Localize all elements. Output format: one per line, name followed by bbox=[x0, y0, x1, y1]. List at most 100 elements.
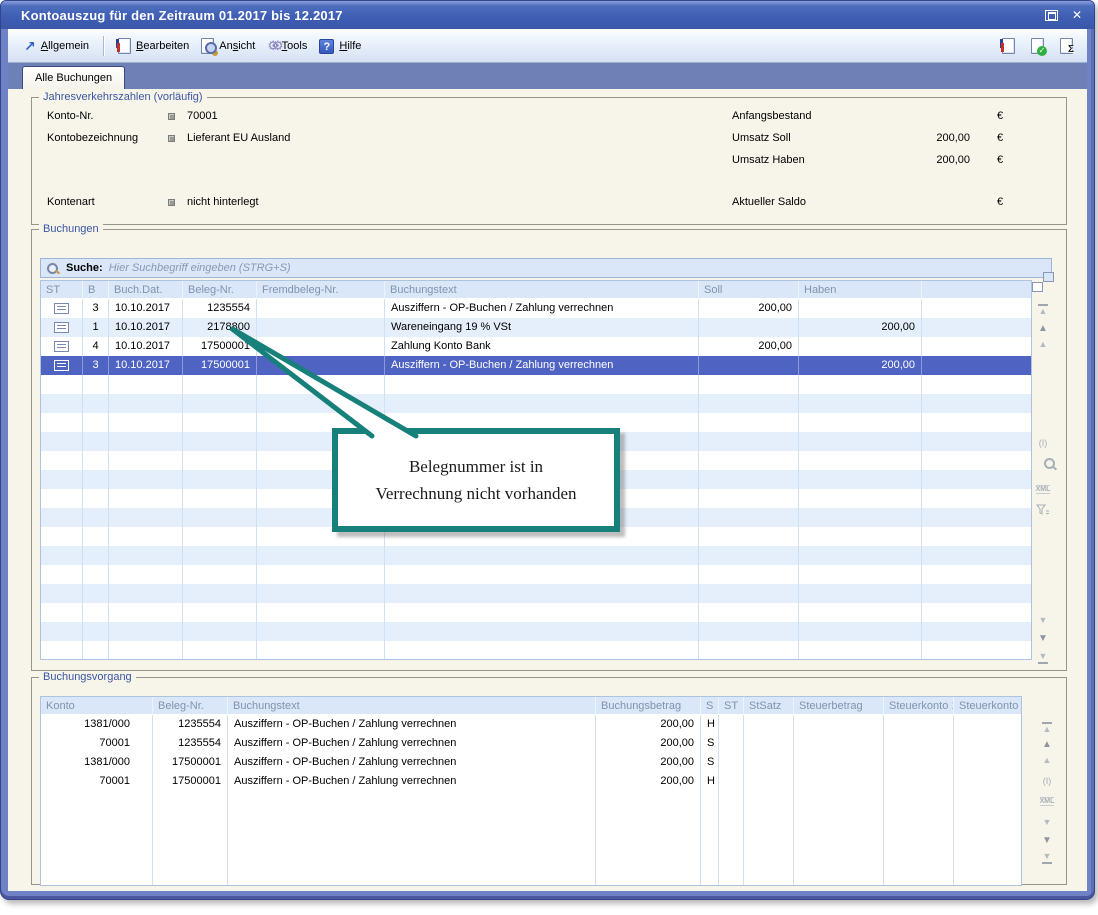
scroll-down-icon[interactable]: ▼ bbox=[1036, 818, 1058, 827]
arrow-up-right-icon: ↗ bbox=[24, 39, 36, 53]
column-header[interactable]: Steuerbetrag bbox=[794, 697, 884, 714]
column-header[interactable]: Fremdbeleg-Nr. bbox=[257, 281, 385, 298]
table-row-empty bbox=[41, 641, 1031, 660]
menu-bearbeiten[interactable]: Bearbeiten bbox=[112, 35, 195, 57]
xml-export-icon[interactable]: XML bbox=[1040, 797, 1055, 806]
table-row-empty bbox=[41, 622, 1031, 641]
menu-bearbeiten-label: Bearbeiten bbox=[136, 40, 189, 52]
table-header: Konto Beleg-Nr. Buchungstext Buchungsbet… bbox=[41, 697, 1021, 715]
column-header bbox=[922, 281, 1031, 298]
scroll-page-down-icon[interactable]: ▼ bbox=[1032, 634, 1054, 644]
record-type-icon bbox=[54, 322, 69, 333]
restore-icon[interactable] bbox=[1045, 10, 1058, 21]
table-row-empty bbox=[41, 565, 1031, 584]
check-document-icon[interactable]: ✓ bbox=[1031, 38, 1044, 54]
currency-symbol: € bbox=[997, 196, 1003, 208]
field-label: Kontenart bbox=[47, 196, 95, 208]
menu-allgemein-label: Allgemein bbox=[41, 40, 89, 52]
group-title: Buchungen bbox=[39, 223, 103, 235]
table-row-empty bbox=[41, 603, 1031, 622]
group-brackets-icon[interactable]: (I) bbox=[1032, 438, 1054, 448]
column-header[interactable]: Steuerkonto 1 bbox=[884, 697, 954, 714]
table-row[interactable]: 70001 1235554 Ausziffern - OP-Buchen / Z… bbox=[41, 734, 1021, 753]
scroll-first-icon[interactable]: ▲ bbox=[1032, 304, 1054, 316]
column-header[interactable]: StSatz bbox=[744, 697, 794, 714]
scroll-last-icon[interactable]: ▼ bbox=[1032, 652, 1054, 664]
column-header[interactable]: Buchungsbetrag bbox=[596, 697, 701, 714]
scroll-page-up-icon[interactable]: ▲ bbox=[1032, 324, 1054, 334]
record-type-icon bbox=[54, 360, 69, 371]
currency-symbol: € bbox=[997, 132, 1003, 144]
group-jahresverkehrszahlen: Jahresverkehrszahlen (vorläufig) Konto-N… bbox=[31, 97, 1067, 225]
column-header[interactable]: Soll bbox=[699, 281, 799, 298]
design-document-icon[interactable] bbox=[1002, 38, 1015, 54]
column-header[interactable]: S bbox=[701, 697, 719, 714]
table-row-empty bbox=[41, 375, 1031, 394]
field-value: nicht hinterlegt bbox=[187, 196, 259, 208]
column-header[interactable]: B bbox=[83, 281, 109, 298]
scroll-page-up-icon[interactable]: ▲ bbox=[1036, 740, 1058, 750]
tab-strip: Alle Buchungen bbox=[8, 63, 1087, 89]
currency-symbol: € bbox=[997, 154, 1003, 166]
field-label: Aktueller Saldo bbox=[732, 196, 806, 208]
search-bar: Suche: bbox=[40, 258, 1052, 278]
table-row-empty bbox=[41, 584, 1031, 603]
table-row[interactable]: 4 10.10.2017 17500001 Zahlung Konto Bank… bbox=[41, 337, 1031, 356]
column-header[interactable]: Haben bbox=[799, 281, 922, 298]
table-row[interactable]: 3 10.10.2017 1235554 Ausziffern - OP-Buc… bbox=[41, 299, 1031, 318]
scroll-last-icon[interactable]: ▼ bbox=[1036, 852, 1058, 864]
table-row-empty bbox=[41, 810, 1021, 829]
menu-tools-label: Tools bbox=[282, 40, 308, 52]
table-row[interactable]: 70001 17500001 Ausziffern - OP-Buchen / … bbox=[41, 772, 1021, 791]
column-header[interactable]: Buchungstext bbox=[228, 697, 596, 714]
gears-icon: ⚙⚙ bbox=[267, 38, 276, 54]
column-header[interactable]: Steuerkonto 2 bbox=[954, 697, 1021, 714]
menu-ansicht-label: Ansicht bbox=[219, 40, 255, 52]
search-icon bbox=[47, 262, 60, 275]
column-header[interactable]: ST bbox=[719, 697, 744, 714]
column-header[interactable]: Buch.Dat. bbox=[109, 281, 183, 298]
column-header[interactable]: Konto bbox=[41, 697, 153, 714]
toolbar-separator bbox=[103, 36, 104, 56]
search-label: Suche: bbox=[66, 262, 103, 274]
scroll-first-icon[interactable]: ▲ bbox=[1036, 722, 1058, 734]
field-label: Umsatz Haben bbox=[732, 154, 805, 166]
sum-document-icon[interactable]: Σ bbox=[1060, 38, 1073, 54]
window-title: Kontoauszug für den Zeitraum 01.2017 bis… bbox=[21, 8, 343, 23]
table-row-empty bbox=[41, 867, 1021, 886]
annotation-callout: Belegnummer ist in Verrechnung nicht vor… bbox=[332, 428, 620, 532]
menu-tools[interactable]: ⚙⚙ Tools bbox=[261, 35, 313, 57]
scroll-down-icon[interactable]: ▼ bbox=[1032, 616, 1054, 625]
field-label: Kontobezeichnung bbox=[47, 132, 138, 144]
group-buchungsvorgang: Buchungsvorgang Konto Beleg-Nr. Buchungs… bbox=[31, 677, 1067, 885]
scroll-up-icon[interactable]: ▲ bbox=[1036, 756, 1058, 765]
column-header[interactable]: Beleg-Nr. bbox=[153, 697, 228, 714]
menu-allgemein[interactable]: ↗ Allgemein bbox=[18, 36, 95, 56]
table-row[interactable]: 1381/000 17500001 Ausziffern - OP-Buchen… bbox=[41, 753, 1021, 772]
table-row[interactable]: 1 10.10.2017 2178800 Wareneingang 19 % V… bbox=[41, 318, 1031, 337]
xml-export-icon[interactable]: XML bbox=[1036, 485, 1051, 494]
column-header[interactable]: ST bbox=[41, 281, 83, 298]
tab-alle-buchungen[interactable]: Alle Buchungen bbox=[22, 66, 125, 89]
column-header[interactable]: Buchungstext bbox=[385, 281, 699, 298]
field-value: 70001 bbox=[187, 110, 218, 122]
table-row-empty bbox=[41, 791, 1021, 810]
menu-ansicht[interactable]: Ansicht bbox=[195, 35, 261, 57]
close-icon[interactable]: ✕ bbox=[1072, 8, 1082, 22]
currency-symbol: € bbox=[997, 110, 1003, 122]
group-brackets-icon[interactable]: (I) bbox=[1036, 776, 1058, 786]
table-row[interactable]: 1381/000 1235554 Ausziffern - OP-Buchen … bbox=[41, 715, 1021, 734]
record-type-icon bbox=[54, 303, 69, 314]
filter-icon[interactable] bbox=[1032, 504, 1054, 519]
table-row-empty bbox=[41, 394, 1031, 413]
bullet-icon bbox=[168, 135, 175, 142]
search-input[interactable] bbox=[109, 262, 1045, 274]
menu-hilfe[interactable]: ? Hilfe bbox=[313, 36, 367, 57]
app-window: Kontoauszug für den Zeitraum 01.2017 bis… bbox=[0, 0, 1095, 900]
column-header[interactable]: Beleg-Nr. bbox=[183, 281, 257, 298]
group-buchungen: Buchungen Suche: ST B Buch.Dat. Beleg-Nr… bbox=[31, 229, 1067, 671]
scroll-page-down-icon[interactable]: ▼ bbox=[1036, 836, 1058, 846]
table-row-selected[interactable]: 3 10.10.2017 17500001 Ausziffern - OP-Bu… bbox=[41, 356, 1031, 375]
view-magnifier-icon bbox=[201, 38, 214, 54]
scroll-up-icon[interactable]: ▲ bbox=[1032, 340, 1054, 349]
